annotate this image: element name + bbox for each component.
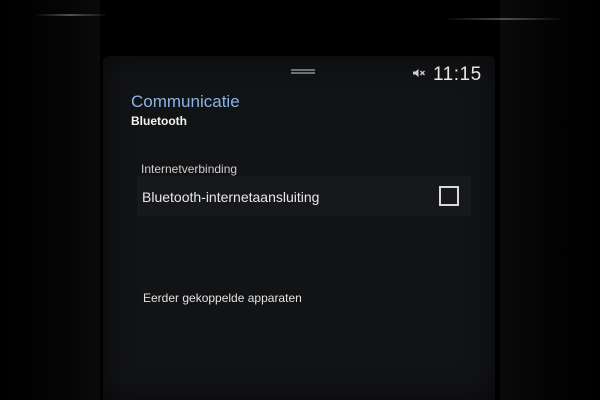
speaker-muted-icon (413, 69, 425, 77)
bezel-glare (448, 18, 560, 20)
bluetooth-internet-checkbox[interactable] (439, 186, 459, 206)
section-label-paired-devices: Eerder gekoppelde apparaten (143, 291, 302, 305)
page-subtitle: Bluetooth (131, 114, 187, 128)
bluetooth-internet-setting[interactable]: Bluetooth-internetaansluiting (137, 176, 471, 216)
drag-handle-icon[interactable] (291, 69, 315, 74)
photo-frame: 11:15 Communicatie Bluetooth Internetver… (0, 0, 600, 400)
clock: 11:15 (433, 64, 482, 85)
bezel-right (500, 0, 600, 400)
infotainment-screen: 11:15 Communicatie Bluetooth Internetver… (103, 56, 495, 400)
bezel-glare (35, 14, 105, 16)
page-title: Communicatie (131, 92, 240, 111)
setting-label: Bluetooth-internetaansluiting (142, 189, 320, 205)
bezel-left (0, 0, 100, 400)
section-label-internet: Internetverbinding (141, 162, 238, 176)
